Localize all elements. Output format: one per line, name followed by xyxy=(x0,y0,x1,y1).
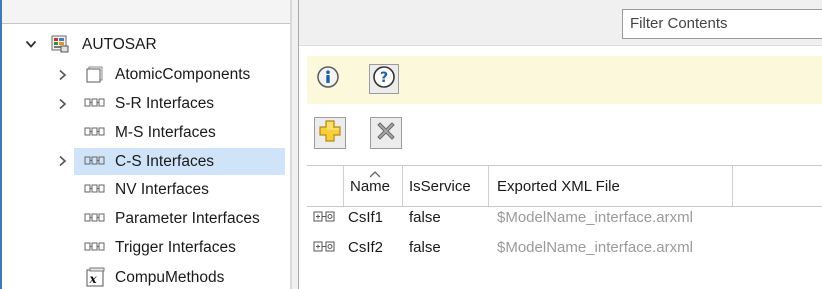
tree-item-compu-methods[interactable]: x CompuMethods xyxy=(2,264,290,289)
tree-item-label: S-R Interfaces xyxy=(115,95,215,112)
interface-icon xyxy=(84,212,105,228)
column-separator[interactable] xyxy=(402,166,403,206)
svg-text:x: x xyxy=(89,272,98,286)
chevron-right-icon[interactable] xyxy=(55,97,69,111)
tree-item-sr-interfaces[interactable]: S-R Interfaces xyxy=(2,91,290,117)
cell-isservice: false xyxy=(409,209,441,226)
cs-interface-icon xyxy=(313,211,341,223)
interface-icon xyxy=(84,126,105,142)
chevron-down-icon[interactable] xyxy=(24,37,38,51)
column-separator[interactable] xyxy=(488,166,489,206)
cell-name: CsIf1 xyxy=(348,209,384,226)
column-header-xml-file[interactable]: Exported XML File xyxy=(497,178,620,195)
interface-icon xyxy=(84,155,105,171)
info-icon xyxy=(316,65,340,93)
delete-button[interactable] xyxy=(370,117,402,149)
autosar-package-icon xyxy=(51,35,69,53)
tree-root-label: AUTOSAR xyxy=(82,36,157,53)
filter-placeholder: Filter Contents xyxy=(630,15,728,32)
column-header-name[interactable]: Name xyxy=(350,178,390,195)
add-icon xyxy=(318,119,342,147)
tree-item-label: M-S Interfaces xyxy=(115,124,216,141)
column-separator[interactable] xyxy=(343,166,344,206)
tree-header-strip xyxy=(2,0,290,24)
compu-method-icon: x xyxy=(86,267,105,287)
cell-name: CsIf2 xyxy=(348,239,384,256)
interface-icon xyxy=(84,183,105,199)
help-button[interactable]: ? xyxy=(369,64,399,94)
info-button[interactable] xyxy=(313,64,343,94)
add-button[interactable] xyxy=(314,117,346,149)
tree-item-cs-interfaces[interactable]: C-S Interfaces xyxy=(2,148,290,175)
interface-icon xyxy=(84,97,105,113)
tree-item-atomic-components[interactable]: AtomicComponents xyxy=(2,62,290,88)
tree-item-label: CompuMethods xyxy=(115,269,225,286)
column-separator[interactable] xyxy=(732,166,733,206)
tree-item-ms-interfaces[interactable]: M-S Interfaces xyxy=(2,120,290,146)
chevron-right-icon[interactable] xyxy=(55,154,69,168)
interface-icon xyxy=(84,241,105,257)
tree-item-nv-interfaces[interactable]: NV Interfaces xyxy=(2,177,290,203)
cell-xml-file: $ModelName_interface.arxml xyxy=(497,239,693,256)
tree-item-label: Parameter Interfaces xyxy=(115,210,260,227)
cell-isservice: false xyxy=(409,239,441,256)
tree-item-label: Trigger Interfaces xyxy=(115,239,236,256)
component-icon xyxy=(86,66,104,83)
tree-item-trigger-interfaces[interactable]: Trigger Interfaces xyxy=(2,235,290,261)
delete-icon xyxy=(374,119,398,147)
help-icon: ? xyxy=(372,65,396,93)
cs-interface-icon xyxy=(313,241,341,253)
tree-item-label: AtomicComponents xyxy=(115,66,251,83)
tree-item-label: C-S Interfaces xyxy=(115,153,215,170)
svg-text:?: ? xyxy=(380,70,388,86)
cell-xml-file: $ModelName_interface.arxml xyxy=(497,209,693,226)
tree-root-autosar[interactable]: AUTOSAR xyxy=(2,31,290,57)
chevron-right-icon[interactable] xyxy=(55,68,69,82)
tree-item-label: NV Interfaces xyxy=(115,181,209,198)
column-header-isservice[interactable]: IsService xyxy=(409,178,471,195)
tree-item-parameter-interfaces[interactable]: Parameter Interfaces xyxy=(2,206,290,232)
